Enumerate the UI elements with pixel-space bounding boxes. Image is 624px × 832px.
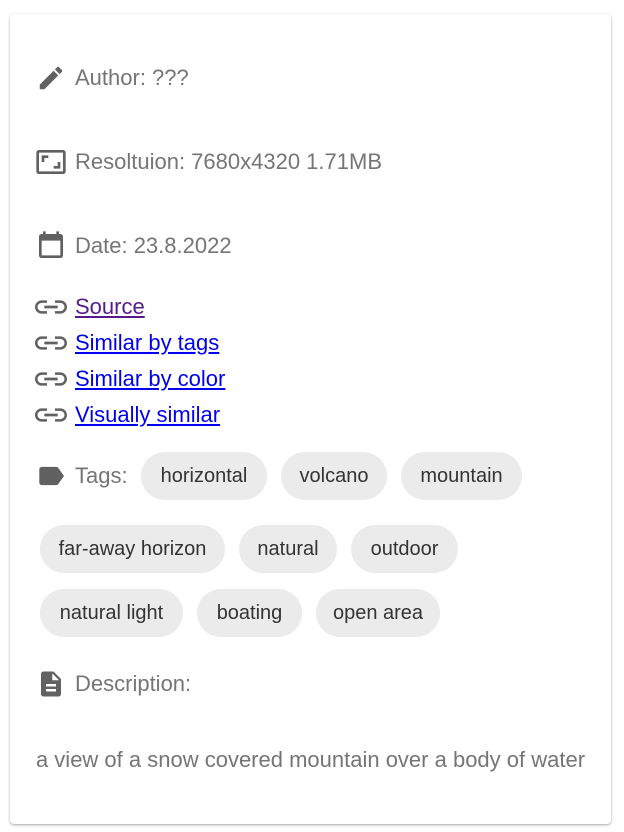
link-icon [35,331,67,355]
date-row: Date: 23.8.2022 [35,230,232,262]
date-text: Date: 23.8.2022 [75,233,232,258]
source-link[interactable]: Source [75,294,145,320]
link-row-similar-tags: Similar by tags [35,330,219,356]
link-icon [35,367,67,391]
similar-by-color-link[interactable]: Similar by color [75,366,225,392]
aspect-ratio-icon [35,146,67,178]
resolution-row: Resoltuion: 7680x4320 1.71MB [35,146,382,178]
description-label-row: Description: [35,668,191,700]
tags-label-row: Tags: [35,460,128,492]
resolution-text: Resoltuion: 7680x4320 1.71MB [75,149,382,174]
tag-chip-outdoor[interactable]: outdoor [351,525,458,573]
calendar-icon [35,230,67,262]
tag-chip-natural[interactable]: natural [239,525,337,573]
similar-by-tags-link[interactable]: Similar by tags [75,330,219,356]
tag-chip-boating[interactable]: boating [197,589,302,637]
link-row-visually-similar: Visually similar [35,402,220,428]
tag-chip-horizontal[interactable]: horizontal [141,452,267,500]
tag-chip-natural-light[interactable]: natural light [40,589,183,637]
document-icon [35,668,67,700]
tag-chip-far-away-horizon[interactable]: far-away horizon [40,525,225,573]
author-row: Author: ??? [35,62,189,94]
link-row-similar-color: Similar by color [35,366,225,392]
pencil-icon [35,62,67,94]
label-tag-icon [35,460,67,492]
tag-chip-open-area[interactable]: open area [316,589,440,637]
image-info-card: Author: ??? Resoltuion: 7680x4320 1.71MB… [10,14,611,824]
tag-chip-volcano[interactable]: volcano [281,452,387,500]
description-text: a view of a snow covered mountain over a… [35,747,586,772]
tag-chip-mountain[interactable]: mountain [401,452,522,500]
link-icon [35,403,67,427]
author-text: Author: ??? [75,65,189,90]
description-label: Description: [75,671,192,696]
tags-label: Tags: [75,463,128,488]
link-row-source: Source [35,294,145,320]
visually-similar-link[interactable]: Visually similar [75,402,220,428]
link-icon [35,295,67,319]
